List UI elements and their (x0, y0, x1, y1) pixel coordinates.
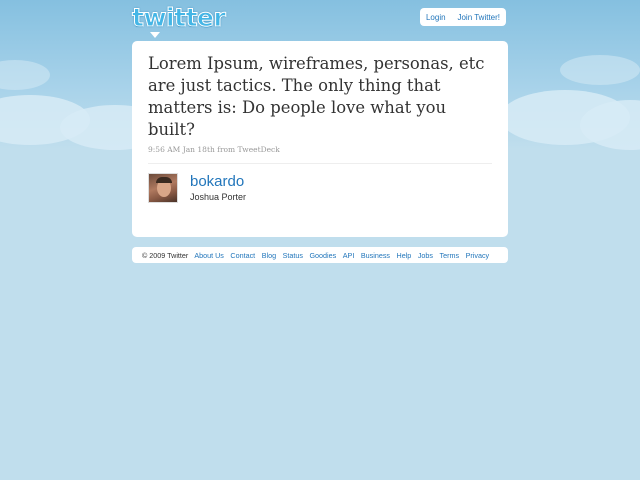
author-screen-name-link[interactable]: bokardo (190, 173, 244, 190)
footer-link-privacy[interactable]: Privacy (466, 251, 490, 260)
footer-link-terms[interactable]: Terms (440, 251, 460, 260)
footer-link-help[interactable]: Help (397, 251, 412, 260)
author-full-name: Joshua Porter (190, 192, 247, 202)
login-link[interactable]: Login (426, 13, 446, 22)
auth-links: Login Join Twitter! (420, 8, 506, 26)
footer-link-goodies[interactable]: Goodies (309, 251, 336, 260)
tweet-meta: 9:56 AM Jan 18th from TweetDeck (148, 145, 280, 154)
speech-bubble-tail-icon (150, 32, 160, 38)
footer-link-business[interactable]: Business (361, 251, 390, 260)
footer-link-api[interactable]: API (343, 251, 355, 260)
avatar[interactable] (148, 173, 178, 203)
divider (148, 163, 492, 164)
footer-link-about-us[interactable]: About Us (194, 251, 224, 260)
footer-link-jobs[interactable]: Jobs (418, 251, 433, 260)
copyright-text: © 2009 Twitter (142, 250, 189, 260)
footer-link-status[interactable]: Status (283, 251, 303, 260)
tweet-text: Lorem Ipsum, wireframes, personas, etc a… (148, 54, 485, 139)
footer-link-blog[interactable]: Blog (262, 251, 276, 260)
tweet-card: Lorem Ipsum, wireframes, personas, etc a… (132, 41, 508, 237)
logo-text: twitter (131, 3, 226, 32)
twitter-logo[interactable]: twitter (131, 3, 226, 38)
footer: © 2009 Twitter About Us Contact Blog Sta… (132, 247, 508, 263)
join-twitter-link[interactable]: Join Twitter! (457, 13, 500, 22)
footer-link-contact[interactable]: Contact (230, 251, 255, 260)
